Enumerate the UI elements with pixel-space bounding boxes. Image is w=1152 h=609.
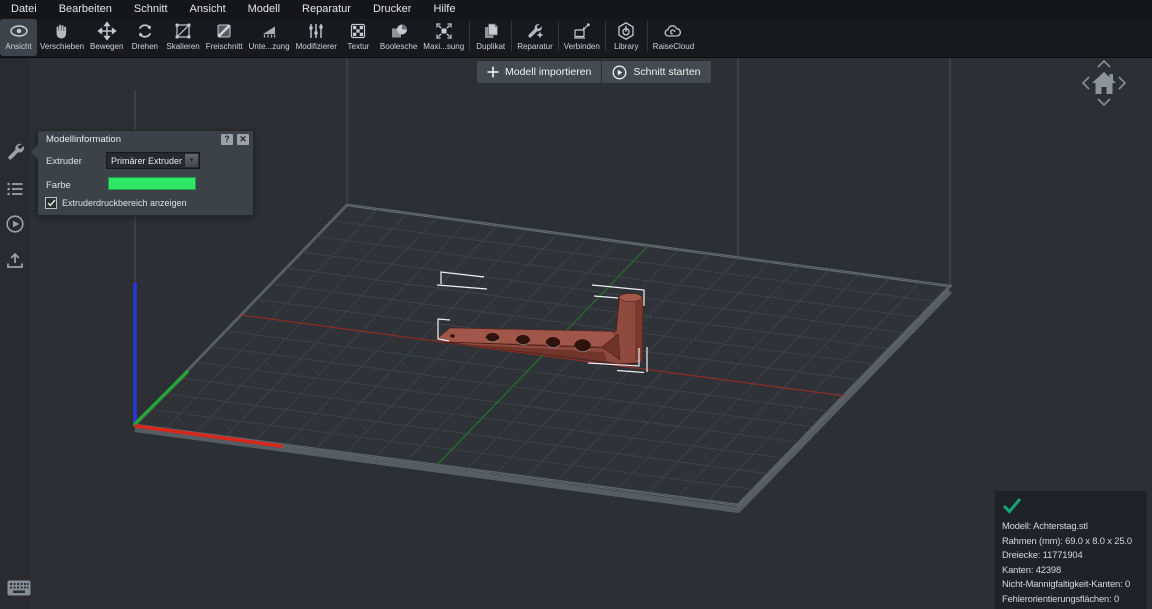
toolbar-separator [511, 21, 512, 51]
status-nonmanifold: Nicht-Mannigfaltigkeit-Kanten: 0 [1002, 577, 1147, 592]
fit-maximize-icon [434, 21, 454, 41]
menu-ansicht[interactable]: Ansicht [179, 0, 237, 18]
tool-boolesche[interactable]: Boolesche [377, 19, 420, 56]
toolbar: Ansicht Verschieben Bewegen Drehen [0, 18, 1152, 58]
start-slice-label: Schnitt starten [633, 66, 700, 78]
view-navigator [1076, 57, 1132, 115]
import-model-button[interactable]: Modell importieren [477, 61, 601, 83]
start-slice-button[interactable]: Schnitt starten [602, 61, 710, 83]
status-misoriented: Fehlerorientierungsflächen: 0 [1002, 592, 1147, 607]
tool-duplikat[interactable]: Duplikat [472, 19, 509, 56]
wrench-icon[interactable] [4, 140, 26, 162]
tool-freischnitt[interactable]: Freischnitt [203, 19, 246, 56]
status-triangles: Dreiecke: 11771904 [1002, 548, 1147, 563]
dialog-pointer [31, 145, 38, 159]
nav-right-chevron[interactable] [1119, 77, 1125, 89]
keyboard-icon[interactable] [7, 580, 31, 596]
duplicate-icon [481, 21, 501, 41]
texture-icon [348, 21, 368, 41]
model-status-panel: Modell: Achterstag.stl Rahmen (mm): 69.0… [995, 491, 1147, 609]
connect-printer-icon [572, 21, 592, 41]
show-extruder-area-row: Extruderdruckbereich anzeigen [45, 197, 187, 209]
tool-unterstuetzung[interactable]: Unte...zung [246, 19, 293, 56]
status-model-name: Modell: Achterstag.stl [1002, 519, 1147, 534]
action-bar: Modell importieren Schnitt starten [477, 61, 711, 83]
menu-drucker[interactable]: Drucker [362, 0, 423, 18]
toolbar-separator [647, 21, 648, 51]
extruder-select[interactable]: Primärer Extruder ▼ [106, 152, 200, 169]
support-icon [259, 21, 279, 41]
toolbar-separator [469, 21, 470, 51]
color-swatch[interactable] [108, 177, 196, 190]
extruder-select-value: Primärer Extruder [107, 156, 184, 166]
extruder-label: Extruder [46, 156, 82, 167]
app-window: Datei Bearbeiten Schnitt Ansicht Modell … [0, 0, 1152, 609]
check-icon [47, 199, 56, 207]
boolean-shapes-icon [389, 21, 409, 41]
nav-down-chevron[interactable] [1098, 99, 1110, 105]
checkbox-checked[interactable] [45, 197, 57, 209]
cut-icon [214, 21, 234, 41]
chevron-down-icon: ▼ [185, 154, 198, 167]
hand-icon [52, 21, 72, 41]
cloud-icon [663, 21, 683, 41]
tool-raisecloud[interactable]: RaiseCloud [650, 19, 697, 56]
toolbar-separator [558, 21, 559, 51]
status-edges: Kanten: 42398 [1002, 563, 1147, 578]
tool-ansicht[interactable]: Ansicht [0, 19, 37, 56]
menu-bearbeiten[interactable]: Bearbeiten [48, 0, 123, 18]
tool-verschieben[interactable]: Verschieben [37, 19, 87, 56]
scale-icon [173, 21, 193, 41]
checkbox-label: Extruderdruckbereich anzeigen [62, 198, 187, 208]
tool-reparatur[interactable]: Reparatur [514, 19, 556, 56]
tool-library[interactable]: Library [608, 19, 645, 56]
menu-schnitt[interactable]: Schnitt [123, 0, 179, 18]
model-post-top [619, 294, 642, 302]
eye-icon [9, 21, 29, 41]
move-icon [97, 21, 117, 41]
status-bounds: Rahmen (mm): 69.0 x 8.0 x 25.0 [1002, 534, 1147, 549]
viewport-area: Modell importieren Schnitt starten [0, 57, 1152, 609]
sliders-icon [306, 21, 326, 41]
tool-maximierung[interactable]: Maxi...sung [420, 19, 467, 56]
rotate-icon [135, 21, 155, 41]
plus-icon [487, 66, 499, 78]
export-icon[interactable] [4, 250, 26, 272]
menu-reparatur[interactable]: Reparatur [291, 0, 362, 18]
list-icon[interactable] [4, 178, 26, 200]
nav-up-chevron[interactable] [1098, 61, 1110, 67]
success-check-icon [1002, 497, 1022, 514]
play-circle-icon[interactable] [4, 213, 26, 235]
menu-modell[interactable]: Modell [237, 0, 291, 18]
tool-modifizierer[interactable]: Modifizierer [293, 19, 340, 56]
nav-left-chevron[interactable] [1083, 77, 1089, 89]
tool-bewegen[interactable]: Bewegen [87, 19, 126, 56]
color-label: Farbe [46, 180, 71, 191]
wrench-plus-icon [525, 21, 545, 41]
dialog-title: Modellinformation [46, 134, 121, 145]
tool-drehen[interactable]: Drehen [126, 19, 163, 56]
menu-datei[interactable]: Datei [0, 0, 48, 18]
toolbar-separator [605, 21, 606, 51]
menu-bar: Datei Bearbeiten Schnitt Ansicht Modell … [0, 0, 1152, 18]
help-button[interactable]: ? [221, 134, 233, 145]
library-hexagon-icon [616, 21, 636, 41]
tool-verbinden[interactable]: Verbinden [561, 19, 603, 56]
tool-skalieren[interactable]: Skalieren [163, 19, 202, 56]
close-button[interactable]: ✕ [237, 134, 249, 145]
menu-hilfe[interactable]: Hilfe [422, 0, 466, 18]
home-icon[interactable] [1092, 72, 1116, 94]
tool-textur[interactable]: Textur [340, 19, 377, 56]
play-icon [612, 65, 627, 80]
model-info-dialog: Modellinformation ? ✕ Extruder Primärer … [37, 130, 254, 216]
import-model-label: Modell importieren [505, 66, 591, 78]
